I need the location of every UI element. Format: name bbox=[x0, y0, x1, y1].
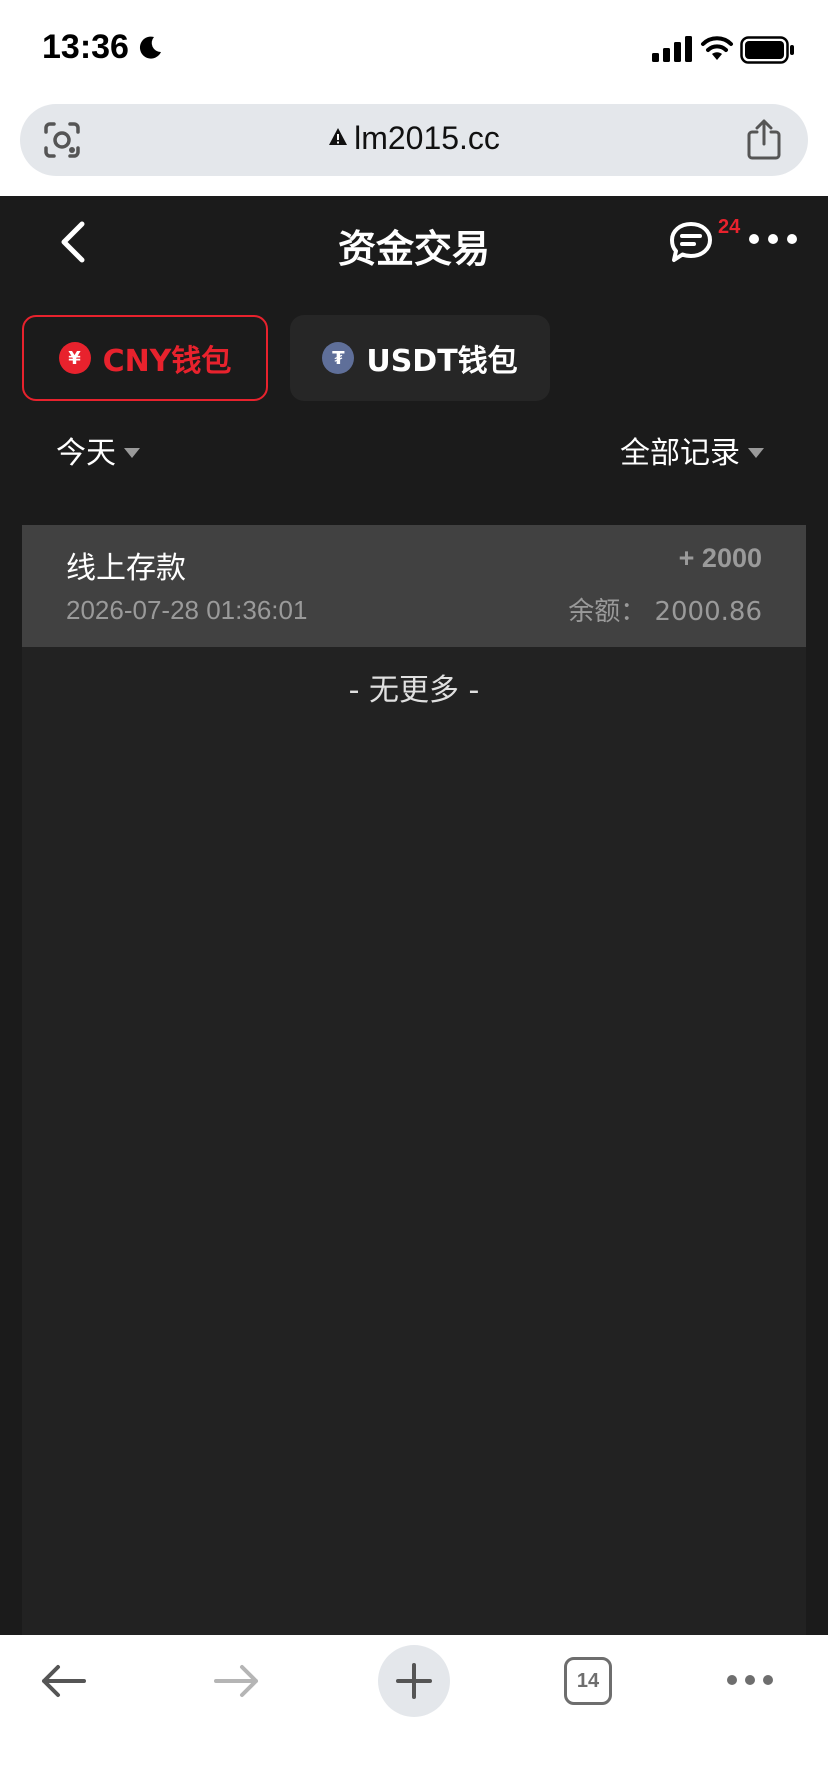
warning-icon bbox=[329, 128, 348, 145]
plus-icon bbox=[396, 1663, 432, 1699]
transaction-time: 2026-07-28 01:36:01 bbox=[66, 595, 308, 625]
list-end-text: - 无更多 - bbox=[348, 673, 480, 708]
address-bar[interactable]: lm2015.cc bbox=[20, 104, 808, 176]
status-bar: 13:36 bbox=[0, 0, 828, 100]
tab-cny-wallet[interactable]: ¥ CNY钱包 bbox=[22, 315, 268, 401]
status-time: 13:36 bbox=[42, 28, 129, 66]
tab-switcher-button[interactable]: 14 bbox=[564, 1657, 612, 1705]
moon-icon bbox=[139, 36, 161, 59]
record-type-dropdown[interactable]: 全部记录 bbox=[620, 428, 764, 472]
transaction-balance: 余额： 2000.86 bbox=[568, 597, 762, 627]
transaction-list: 线上存款 2026-07-28 01:36:01 + 2000 余额： 2000… bbox=[22, 525, 806, 1635]
tab-usdt-wallet[interactable]: ₮ USDT钱包 bbox=[290, 315, 550, 401]
message-count-badge: 24 bbox=[718, 216, 741, 238]
transaction-title: 线上存款 bbox=[66, 551, 186, 586]
app-header: 资金交易 24 bbox=[0, 196, 828, 292]
transaction-amount: + 2000 bbox=[678, 543, 762, 573]
list-item[interactable]: 线上存款 2026-07-28 01:36:01 + 2000 余额： 2000… bbox=[22, 525, 806, 647]
record-type-label: 全部记录 bbox=[620, 436, 740, 471]
date-filter-dropdown[interactable]: 今天 bbox=[56, 428, 140, 472]
browser-back-icon[interactable] bbox=[38, 1661, 88, 1701]
browser-toolbar: 14 bbox=[0, 1635, 828, 1792]
new-tab-button[interactable] bbox=[378, 1645, 450, 1717]
url-text[interactable]: lm2015.cc bbox=[20, 120, 808, 157]
date-filter-label: 今天 bbox=[56, 436, 116, 471]
tether-coin-icon: ₮ bbox=[322, 342, 355, 374]
browser-menu-icon[interactable] bbox=[726, 1673, 774, 1687]
more-options-icon[interactable] bbox=[748, 232, 798, 246]
tab-label: USDT钱包 bbox=[366, 344, 518, 379]
browser-forward-icon[interactable] bbox=[212, 1661, 262, 1701]
caret-down-icon bbox=[124, 448, 140, 458]
tab-label: CNY钱包 bbox=[102, 344, 232, 379]
url-label: lm2015.cc bbox=[354, 120, 500, 156]
cellular-signal-icon bbox=[652, 36, 692, 62]
battery-icon bbox=[740, 36, 794, 64]
message-icon[interactable] bbox=[668, 220, 714, 264]
yuan-coin-icon: ¥ bbox=[58, 342, 91, 374]
wifi-icon bbox=[701, 36, 733, 60]
share-icon[interactable] bbox=[746, 118, 782, 160]
caret-down-icon bbox=[748, 448, 764, 458]
browser-address-area: lm2015.cc bbox=[0, 100, 828, 196]
